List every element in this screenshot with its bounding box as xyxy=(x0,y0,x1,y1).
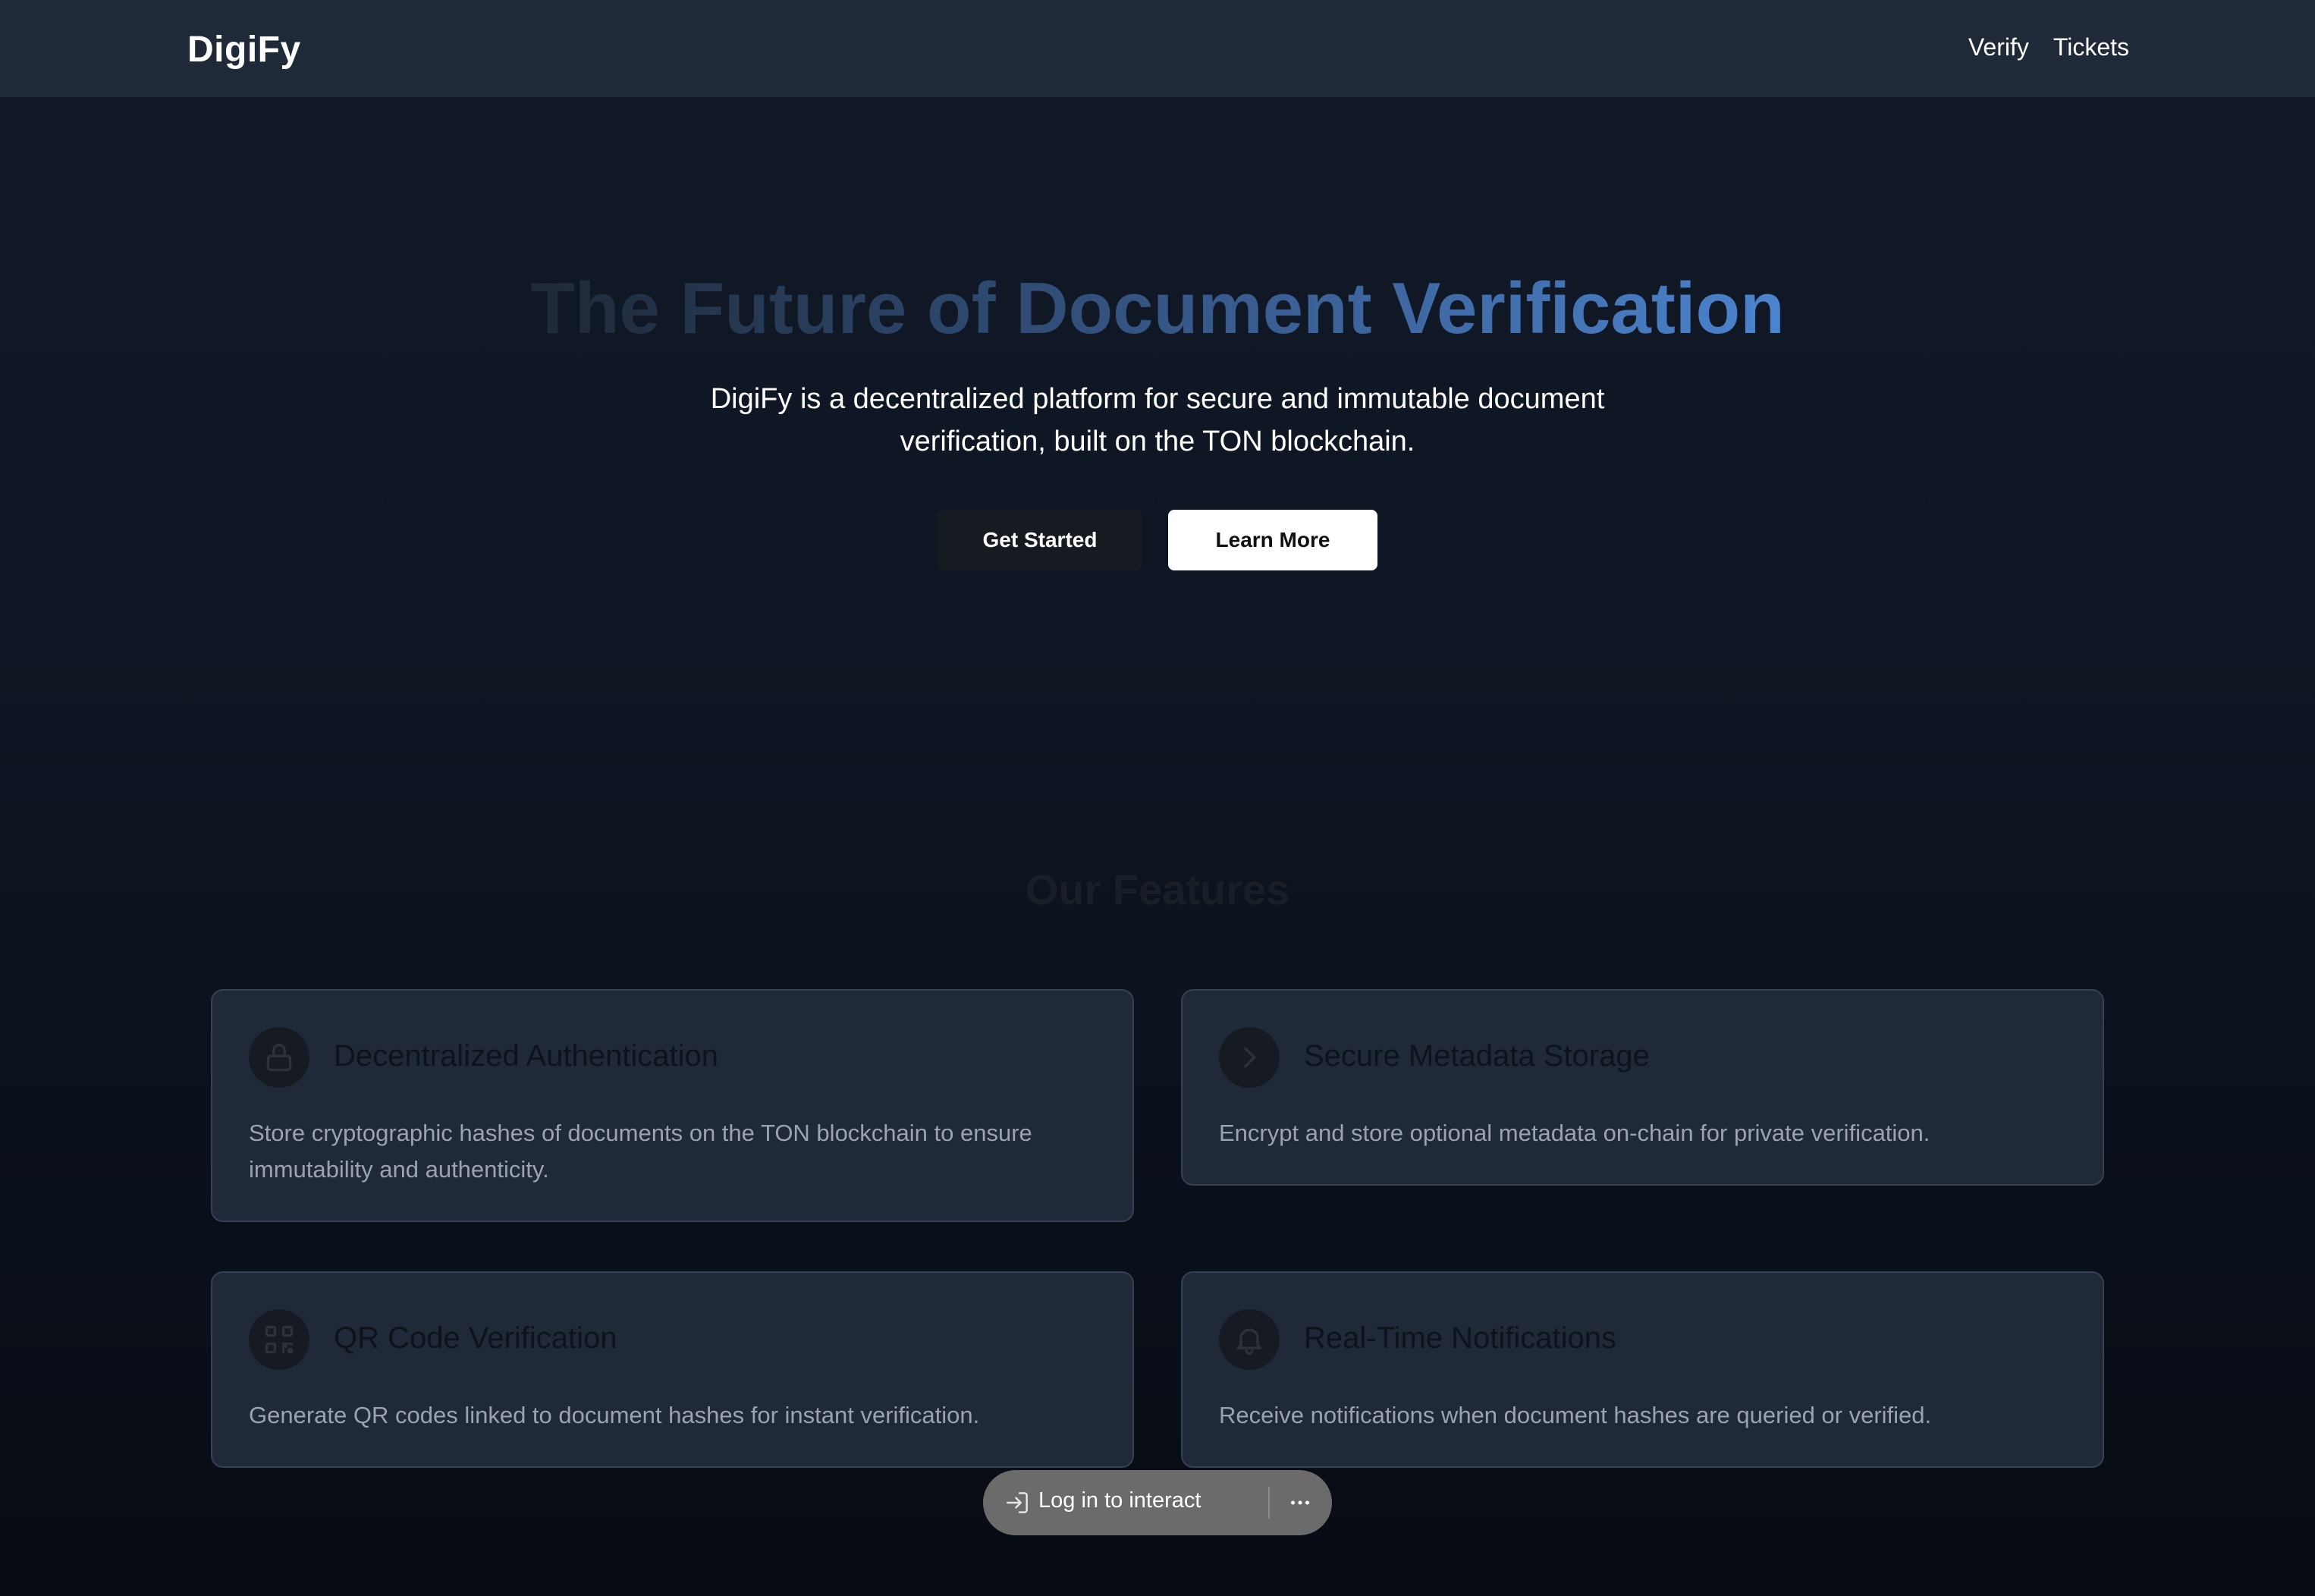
nav-links: Verify Tickets xyxy=(1968,33,2129,61)
login-to-interact-bar[interactable]: Log in to interact xyxy=(983,1470,1332,1535)
nav-link-verify[interactable]: Verify xyxy=(1968,33,2029,61)
login-label: Log in to interact xyxy=(1038,1488,1201,1513)
nav-link-tickets[interactable]: Tickets xyxy=(2053,33,2129,61)
features-heading: Our Features xyxy=(1025,866,1290,913)
feature-card-real-time-notifications: Real-Time Notifications Receive notifica… xyxy=(1181,1271,2104,1468)
top-navbar: DigiFy Verify Tickets xyxy=(0,0,2315,97)
feature-description: Generate QR codes linked to document has… xyxy=(249,1402,980,1428)
hero-subtitle: DigiFy is a decentralized platform for s… xyxy=(664,378,1651,463)
chevron-right-icon xyxy=(1219,1027,1280,1088)
feature-title: Secure Metadata Storage xyxy=(1304,1039,1650,1073)
feature-description: Store cryptographic hashes of documents … xyxy=(249,1120,1032,1183)
pill-divider xyxy=(1268,1487,1270,1519)
hero-title: The Future of Document Verification xyxy=(0,267,2315,350)
feature-title: Real-Time Notifications xyxy=(1304,1321,1616,1355)
feature-description: Encrypt and store optional metadata on-c… xyxy=(1219,1120,1930,1146)
hero-subtitle-line-1: DigiFy is a decentralized platform for s… xyxy=(710,383,1605,415)
feature-card-qr-code-verification: QR Code Verification Generate QR codes l… xyxy=(211,1271,1134,1468)
feature-card-decentralized-authentication: Decentralized Authentication Store crypt… xyxy=(211,989,1134,1222)
feature-description: Receive notifications when document hash… xyxy=(1219,1402,1932,1428)
hero-subtitle-line-2: verification, built on the TON blockchai… xyxy=(900,426,1415,457)
login-icon xyxy=(1003,1488,1032,1517)
lock-icon xyxy=(249,1027,309,1088)
more-icon[interactable] xyxy=(1285,1488,1315,1517)
feature-title: QR Code Verification xyxy=(334,1321,617,1355)
get-started-button[interactable]: Get Started xyxy=(938,510,1142,570)
bell-icon xyxy=(1219,1309,1280,1370)
learn-more-button[interactable]: Learn More xyxy=(1168,510,1377,570)
brand-logo[interactable]: DigiFy xyxy=(187,29,301,71)
feature-card-secure-metadata-storage: Secure Metadata Storage Encrypt and stor… xyxy=(1181,989,2104,1186)
feature-title: Decentralized Authentication xyxy=(334,1039,718,1073)
qr-code-icon xyxy=(249,1309,309,1370)
hero-title-text: The Future of Document Verification xyxy=(530,268,1785,349)
